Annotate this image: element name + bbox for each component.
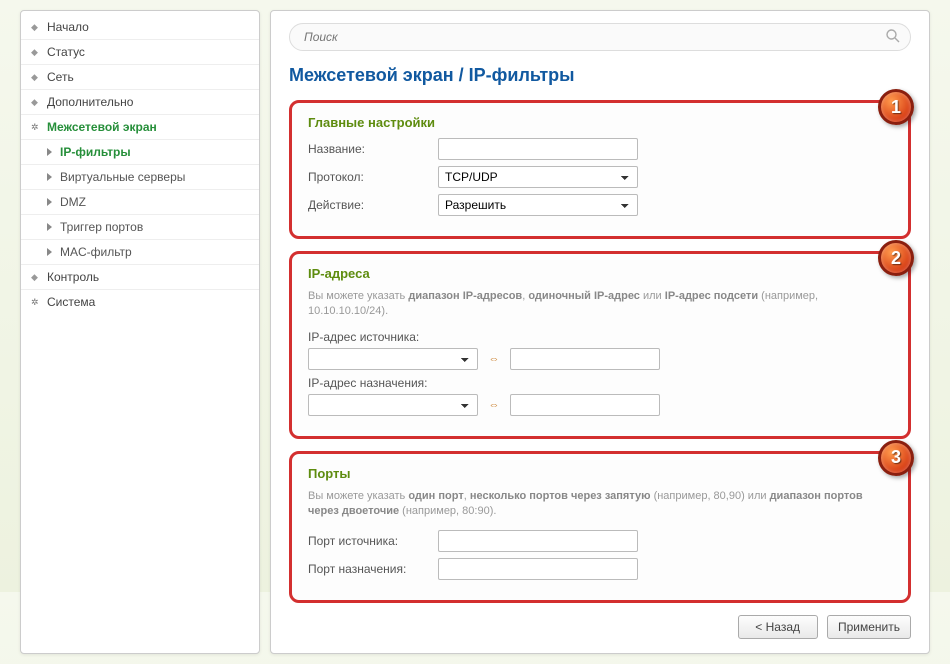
sidebar-sub-dmz[interactable]: DMZ bbox=[21, 190, 259, 215]
range-icon: ⇔ bbox=[486, 351, 502, 367]
gear-icon: ✲ bbox=[31, 123, 39, 131]
step-badge-1: 1 bbox=[878, 89, 914, 125]
sidebar-sub-porttrigger[interactable]: Триггер портов bbox=[21, 215, 259, 240]
section-ip-addresses: 2 IP-адреса Вы можете указать диапазон I… bbox=[289, 251, 911, 439]
section-title: Порты bbox=[308, 466, 892, 481]
sidebar-item-label: Статус bbox=[47, 45, 85, 59]
range-icon: ⇔ bbox=[486, 397, 502, 413]
gear-icon: ✲ bbox=[31, 298, 39, 306]
tri-icon bbox=[47, 248, 52, 256]
name-input[interactable] bbox=[438, 138, 638, 160]
action-select[interactable]: Разрешить bbox=[438, 194, 638, 216]
back-button[interactable]: < Назад bbox=[738, 615, 818, 639]
label-ip-dst: IP-адрес назначения: bbox=[308, 376, 427, 390]
apply-button[interactable]: Применить bbox=[827, 615, 911, 639]
step-badge-2: 2 bbox=[878, 240, 914, 276]
ip-src-input[interactable] bbox=[510, 348, 660, 370]
sidebar-item-label: MAC-фильтр bbox=[60, 245, 132, 259]
search-icon bbox=[885, 28, 901, 44]
sidebar-sub-ipfilters[interactable]: IP-фильтры bbox=[21, 140, 259, 165]
sidebar-item-advanced[interactable]: ◆ Дополнительно bbox=[21, 90, 259, 115]
section-main-settings: 1 Главные настройки Название: Протокол: … bbox=[289, 100, 911, 239]
hint-text: Вы можете указать диапазон IP-адресов, о… bbox=[308, 289, 892, 320]
sidebar-item-label: DMZ bbox=[60, 195, 86, 209]
sidebar-item-label: Дополнительно bbox=[47, 95, 133, 109]
sidebar-item-label: IP-фильтры bbox=[60, 145, 131, 159]
tri-icon bbox=[47, 198, 52, 206]
sidebar-item-system[interactable]: ✲ Система bbox=[21, 290, 259, 314]
protocol-select[interactable]: TCP/UDP bbox=[438, 166, 638, 188]
sidebar-item-label: Триггер портов bbox=[60, 220, 143, 234]
section-title: Главные настройки bbox=[308, 115, 892, 130]
sidebar-item-label: Сеть bbox=[47, 70, 74, 84]
sidebar-sub-vservers[interactable]: Виртуальные серверы bbox=[21, 165, 259, 190]
section-ports: 3 Порты Вы можете указать один порт, нес… bbox=[289, 451, 911, 603]
sidebar-sub-macfilter[interactable]: MAC-фильтр bbox=[21, 240, 259, 265]
hint-text: Вы можете указать один порт, несколько п… bbox=[308, 489, 892, 520]
ip-dst-input[interactable] bbox=[510, 394, 660, 416]
bullet-icon: ◆ bbox=[31, 73, 39, 81]
sidebar-item-label: Система bbox=[47, 295, 95, 309]
bullet-icon: ◆ bbox=[31, 98, 39, 106]
label-port-src: Порт источника: bbox=[308, 534, 438, 548]
search-row bbox=[289, 23, 911, 51]
ip-src-select[interactable] bbox=[308, 348, 478, 370]
label-ip-src: IP-адрес источника: bbox=[308, 330, 419, 344]
bullet-icon: ◆ bbox=[31, 23, 39, 31]
button-row: < Назад Применить bbox=[289, 615, 911, 639]
label-port-dst: Порт назначения: bbox=[308, 562, 438, 576]
tri-icon bbox=[47, 173, 52, 181]
main-panel: Межсетевой экран / IP-фильтры 1 Главные … bbox=[270, 10, 930, 654]
port-dst-input[interactable] bbox=[438, 558, 638, 580]
tri-icon bbox=[47, 223, 52, 231]
label-name: Название: bbox=[308, 142, 438, 156]
ip-dst-select[interactable] bbox=[308, 394, 478, 416]
label-action: Действие: bbox=[308, 198, 438, 212]
page-title: Межсетевой экран / IP-фильтры bbox=[289, 65, 911, 86]
label-protocol: Протокол: bbox=[308, 170, 438, 184]
tri-icon bbox=[47, 148, 52, 156]
step-badge-3: 3 bbox=[878, 440, 914, 476]
search-input[interactable] bbox=[289, 23, 911, 51]
sidebar-item-firewall[interactable]: ✲ Межсетевой экран bbox=[21, 115, 259, 140]
sidebar-item-label: Виртуальные серверы bbox=[60, 170, 185, 184]
sidebar-item-status[interactable]: ◆ Статус bbox=[21, 40, 259, 65]
sidebar-item-label: Межсетевой экран bbox=[47, 120, 157, 134]
sidebar-item-label: Контроль bbox=[47, 270, 99, 284]
port-src-input[interactable] bbox=[438, 530, 638, 552]
section-title: IP-адреса bbox=[308, 266, 892, 281]
sidebar-item-control[interactable]: ◆ Контроль bbox=[21, 265, 259, 290]
sidebar-item-start[interactable]: ◆ Начало bbox=[21, 15, 259, 40]
sidebar-item-network[interactable]: ◆ Сеть bbox=[21, 65, 259, 90]
sidebar-item-label: Начало bbox=[47, 20, 89, 34]
sidebar: ◆ Начало ◆ Статус ◆ Сеть ◆ Дополнительно ✲ Ме… bbox=[20, 10, 260, 654]
bullet-icon: ◆ bbox=[31, 273, 39, 281]
bullet-icon: ◆ bbox=[31, 48, 39, 56]
